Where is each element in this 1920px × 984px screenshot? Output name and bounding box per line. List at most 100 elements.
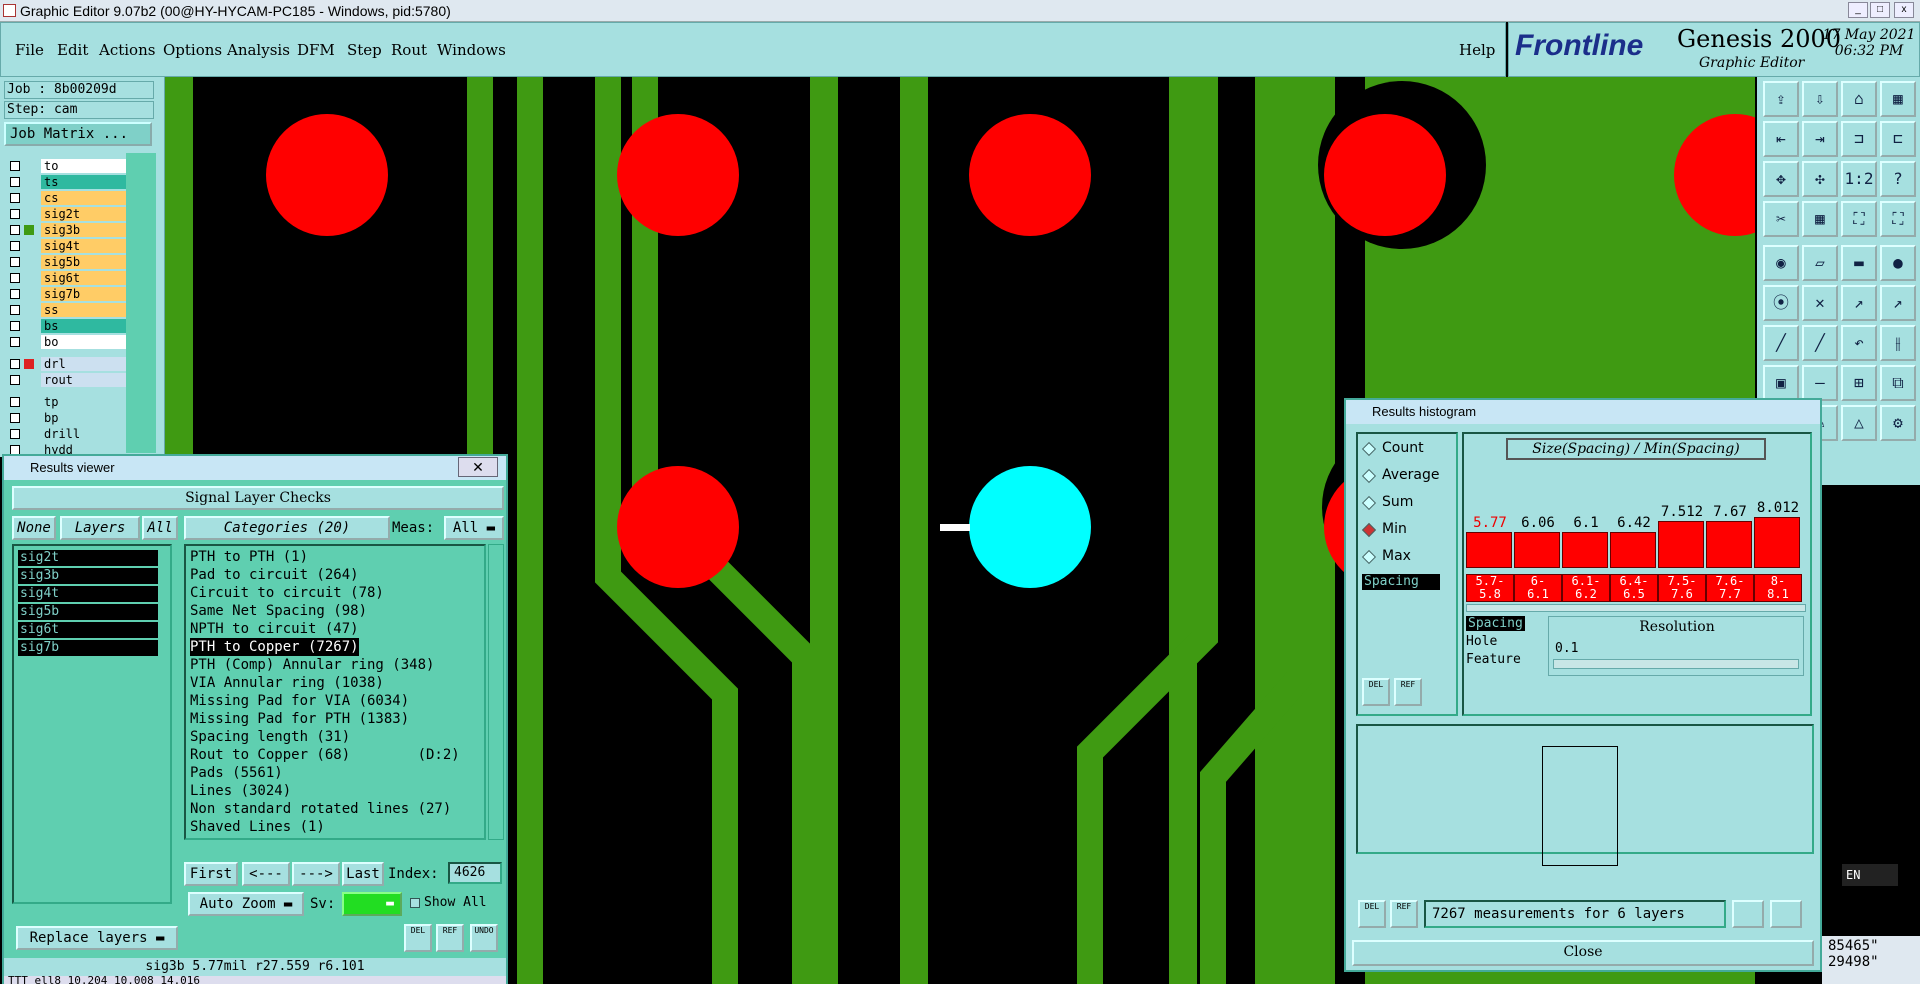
layer-row[interactable]: bp — [6, 411, 129, 425]
layer-name[interactable]: drl — [41, 357, 129, 371]
menu-edit[interactable]: Edit — [57, 41, 88, 59]
layer-name[interactable]: sig4t — [41, 239, 129, 253]
category-item[interactable]: PTH (Comp) Annular ring (348) — [190, 656, 434, 674]
category-item[interactable]: PTH to Copper (7267) — [190, 638, 359, 656]
mode-radio-count[interactable]: Count — [1361, 440, 1424, 457]
histogram-titlebar[interactable]: Results histogram — [1346, 400, 1820, 424]
pad-icon[interactable]: ◉ — [1763, 245, 1799, 281]
result-layer-item[interactable]: sig4t — [18, 586, 158, 602]
layer-state-icon[interactable] — [24, 413, 34, 423]
layer-row[interactable]: sig2t — [6, 207, 129, 221]
dot-icon[interactable]: ● — [1880, 245, 1916, 281]
prev-button[interactable]: <--- — [242, 862, 290, 886]
menu-file[interactable]: File — [15, 41, 44, 59]
result-layer-item[interactable]: sig3b — [18, 568, 158, 584]
layer-checkbox[interactable] — [10, 429, 20, 439]
category-item[interactable]: VIA Annular ring (1038) — [190, 674, 384, 692]
hist-refresh-button[interactable]: REF — [1394, 678, 1422, 706]
pan-icon[interactable]: ✣ — [1802, 161, 1838, 197]
layer-name[interactable]: cs — [41, 191, 129, 205]
category-item[interactable]: Rout to Copper (68) (D:2) — [190, 746, 460, 764]
menu-actions[interactable]: Actions — [99, 41, 155, 59]
job-matrix-button[interactable]: Job Matrix ... — [4, 122, 152, 146]
layer-state-icon[interactable] — [24, 289, 34, 299]
layer-checkbox[interactable] — [10, 161, 20, 171]
category-item[interactable]: Spacing length (31) — [190, 728, 350, 746]
home-icon[interactable]: ⌂ — [1841, 81, 1877, 117]
layer-checkbox[interactable] — [10, 337, 20, 347]
layer-row[interactable]: ss — [6, 303, 129, 317]
split-icon[interactable]: ⫲ — [1880, 325, 1916, 361]
copy-icon[interactable]: ↗ — [1880, 285, 1916, 321]
menu-step[interactable]: Step — [347, 41, 382, 59]
category-item[interactable]: NPTH to circuit (47) — [190, 620, 359, 638]
menu-dfm[interactable]: DFM — [297, 41, 335, 59]
layer-state-icon[interactable] — [24, 359, 34, 369]
close-button[interactable]: Close — [1352, 940, 1814, 966]
categories-button[interactable]: Categories (20) — [184, 516, 390, 540]
layer-checkbox[interactable] — [10, 413, 20, 423]
layer-name[interactable]: sig6t — [41, 271, 129, 285]
result-layer-item[interactable]: sig6t — [18, 622, 158, 638]
layer-state-icon[interactable] — [24, 225, 34, 235]
delete-button[interactable]: DEL — [404, 924, 432, 952]
bin-range-label[interactable]: 5.7- 5.8 — [1466, 574, 1514, 602]
layer-row[interactable]: to — [6, 159, 129, 173]
layer-state-icon[interactable] — [24, 321, 34, 331]
category-list[interactable]: PTH to PTH (1) Pad to circuit (264) Circui… — [184, 544, 486, 840]
first-button[interactable]: First — [184, 862, 238, 886]
bin-range-label[interactable]: 7.6- 7.7 — [1706, 574, 1754, 602]
size-option-spacing[interactable]: Spacing — [1466, 616, 1525, 631]
refresh-button[interactable]: REF — [436, 924, 464, 952]
category-item[interactable]: Non standard rotated lines (27) — [190, 800, 451, 818]
layer-row[interactable]: drl — [6, 357, 129, 371]
layer-checkbox[interactable] — [10, 273, 20, 283]
undo-button[interactable]: UNDO — [470, 924, 498, 952]
bracket-icon[interactable]: ⊐ — [1841, 121, 1877, 157]
rotate-icon[interactable]: ↶ — [1841, 325, 1877, 361]
radio-icon[interactable] — [1361, 468, 1377, 484]
menu-help[interactable]: Help — [1459, 41, 1495, 59]
layer-checkbox[interactable] — [10, 177, 20, 187]
category-item[interactable]: Same Net Spacing (98) — [190, 602, 367, 620]
histogram-bar[interactable] — [1610, 532, 1656, 568]
menu-windows[interactable]: Windows — [437, 41, 506, 59]
minimize-button[interactable]: _ — [1848, 2, 1868, 18]
mode-radio-max[interactable]: Max — [1361, 548, 1411, 565]
layer-name[interactable]: ts — [41, 175, 129, 189]
radio-icon[interactable] — [1361, 522, 1377, 538]
left-icon[interactable]: ⇤ — [1763, 121, 1799, 157]
size-option-feature[interactable]: Feature — [1466, 652, 1521, 667]
close-icon[interactable]: ✕ — [458, 457, 498, 477]
bin-range-label[interactable]: 6.1- 6.2 — [1562, 574, 1610, 602]
zoom-mode-dropdown[interactable]: Auto Zoom ▬ — [188, 892, 304, 916]
layer-state-icon[interactable] — [24, 305, 34, 315]
category-item[interactable]: Pads (5561) — [190, 764, 283, 782]
settings-icon[interactable]: ⚙ — [1880, 405, 1916, 441]
layer-checkbox[interactable] — [10, 359, 20, 369]
layer-state-icon[interactable] — [24, 241, 34, 251]
menu-options[interactable]: Options — [163, 41, 222, 59]
zoom-fit-icon[interactable]: ✥ — [1763, 161, 1799, 197]
layer-checkbox[interactable] — [10, 257, 20, 267]
measure-icon[interactable]: — — [1802, 365, 1838, 401]
layer-state-icon[interactable] — [24, 429, 34, 439]
results-viewer-titlebar[interactable]: Results viewer ✕ — [4, 456, 506, 480]
bin-range-label[interactable]: 6- 6.1 — [1514, 574, 1562, 602]
hist-delete-button[interactable]: DEL — [1362, 678, 1390, 706]
draw-icon[interactable]: ╱ — [1763, 325, 1799, 361]
layer-checkbox[interactable] — [10, 193, 20, 203]
layer-name[interactable]: to — [41, 159, 129, 173]
layer-row[interactable]: ts — [6, 175, 129, 189]
layer-checkbox[interactable] — [10, 225, 20, 235]
cut-icon[interactable]: ✂ — [1763, 201, 1799, 237]
export-icon[interactable]: ⇩ — [1802, 81, 1838, 117]
category-item[interactable]: PTH to PTH (1) — [190, 548, 308, 566]
bin-range-label[interactable]: 8- 8.1 — [1754, 574, 1802, 602]
layer-checkbox[interactable] — [10, 241, 20, 251]
layer-row[interactable]: cs — [6, 191, 129, 205]
next-button[interactable]: ---> — [292, 862, 340, 886]
layer-checkbox[interactable] — [10, 375, 20, 385]
radio-icon[interactable] — [1361, 441, 1377, 457]
zoom-out-icon[interactable] — [1770, 900, 1802, 928]
